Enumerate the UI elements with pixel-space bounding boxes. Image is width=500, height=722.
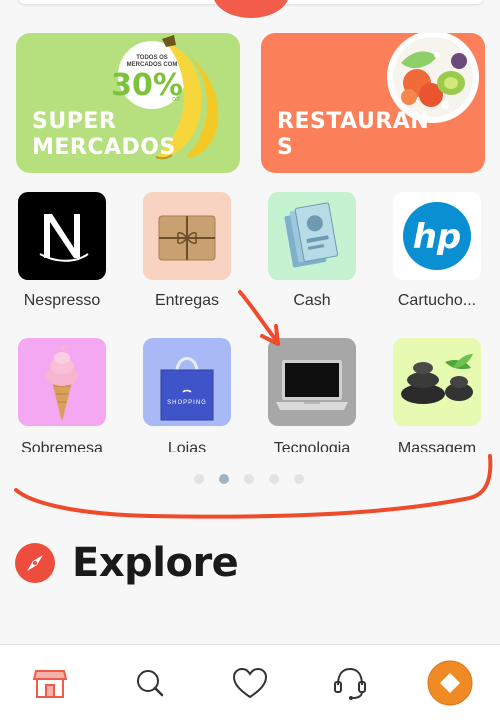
category-label: Entregas bbox=[154, 292, 220, 309]
top-strip bbox=[0, 0, 500, 24]
entregas-tile bbox=[143, 192, 231, 280]
heart-icon bbox=[232, 667, 268, 699]
nav-support[interactable] bbox=[320, 645, 380, 722]
annotation-bracket bbox=[14, 454, 493, 519]
category-label: Cartucho... bbox=[397, 292, 477, 309]
tecnologia-tile bbox=[268, 338, 356, 426]
massagem-tile bbox=[393, 338, 481, 426]
banner-label: SUPER MERCADOS bbox=[32, 109, 176, 160]
nav-profile[interactable] bbox=[420, 645, 480, 722]
top-orange-circle[interactable] bbox=[213, 0, 289, 18]
carousel-pagination bbox=[0, 474, 500, 486]
banner-restaurantes[interactable]: RESTAURAN S bbox=[261, 33, 485, 173]
hp-logo-icon: hp bbox=[403, 202, 471, 270]
store-icon bbox=[32, 670, 68, 698]
compass-icon bbox=[15, 543, 55, 583]
carousel-dot[interactable] bbox=[194, 474, 204, 484]
nespresso-logo-icon bbox=[39, 214, 89, 262]
carousel-dot[interactable] bbox=[244, 474, 254, 484]
carousel-dot-active[interactable] bbox=[219, 474, 229, 484]
category-entregas[interactable]: Entregas bbox=[132, 192, 242, 312]
carousel-dot[interactable] bbox=[269, 474, 279, 484]
ice-cream-icon bbox=[46, 345, 78, 422]
carousel-dot[interactable] bbox=[294, 474, 304, 484]
nav-favorites[interactable] bbox=[220, 645, 280, 722]
explore-title: Explore bbox=[72, 540, 239, 586]
category-sobremesa[interactable]: Sobremesa bbox=[7, 338, 117, 452]
cash-tile bbox=[268, 192, 356, 280]
cartucho-tile: hp bbox=[393, 192, 481, 280]
nespresso-tile bbox=[18, 192, 106, 280]
nav-home[interactable] bbox=[20, 645, 80, 722]
category-nespresso[interactable]: Nespresso bbox=[7, 192, 117, 312]
nav-search[interactable] bbox=[120, 645, 180, 722]
category-label: Sobremesa bbox=[21, 440, 103, 452]
category-tecnologia[interactable]: Tecnologia bbox=[257, 338, 367, 452]
lojas-tile: SHOPPING bbox=[143, 338, 231, 426]
category-cash[interactable]: Cash bbox=[257, 192, 367, 312]
banknotes-icon bbox=[284, 202, 339, 268]
category-label: Nespresso bbox=[23, 292, 101, 309]
headset-icon bbox=[334, 667, 366, 700]
shopping-bag-icon: SHOPPING bbox=[160, 357, 214, 421]
category-label: Massagem bbox=[397, 440, 477, 452]
category-label: Cash bbox=[293, 292, 331, 309]
category-massagem[interactable]: Massagem bbox=[382, 338, 492, 452]
sobremesa-tile bbox=[18, 338, 106, 426]
banner-supermercados[interactable]: TODOS OS MERCADOS COM 30% off SUPER MERC… bbox=[16, 33, 240, 173]
category-lojas[interactable]: SHOPPING Lojas bbox=[132, 338, 242, 452]
search-icon bbox=[137, 670, 164, 697]
package-icon bbox=[158, 215, 216, 261]
svg-text:SHOPPING: SHOPPING bbox=[167, 400, 207, 406]
svg-text:hp: hp bbox=[413, 217, 462, 257]
avatar-diamond-icon bbox=[427, 660, 473, 706]
category-label: Lojas bbox=[167, 440, 207, 452]
category-label: Tecnologia bbox=[273, 440, 351, 452]
laptop-icon bbox=[276, 360, 348, 410]
banner-label: RESTAURAN S bbox=[277, 109, 430, 160]
spa-stones-icon bbox=[401, 354, 473, 404]
explore-header: Explore bbox=[14, 538, 239, 588]
category-cartucho[interactable]: hp Cartucho... bbox=[382, 192, 492, 312]
bottom-nav bbox=[0, 644, 500, 722]
